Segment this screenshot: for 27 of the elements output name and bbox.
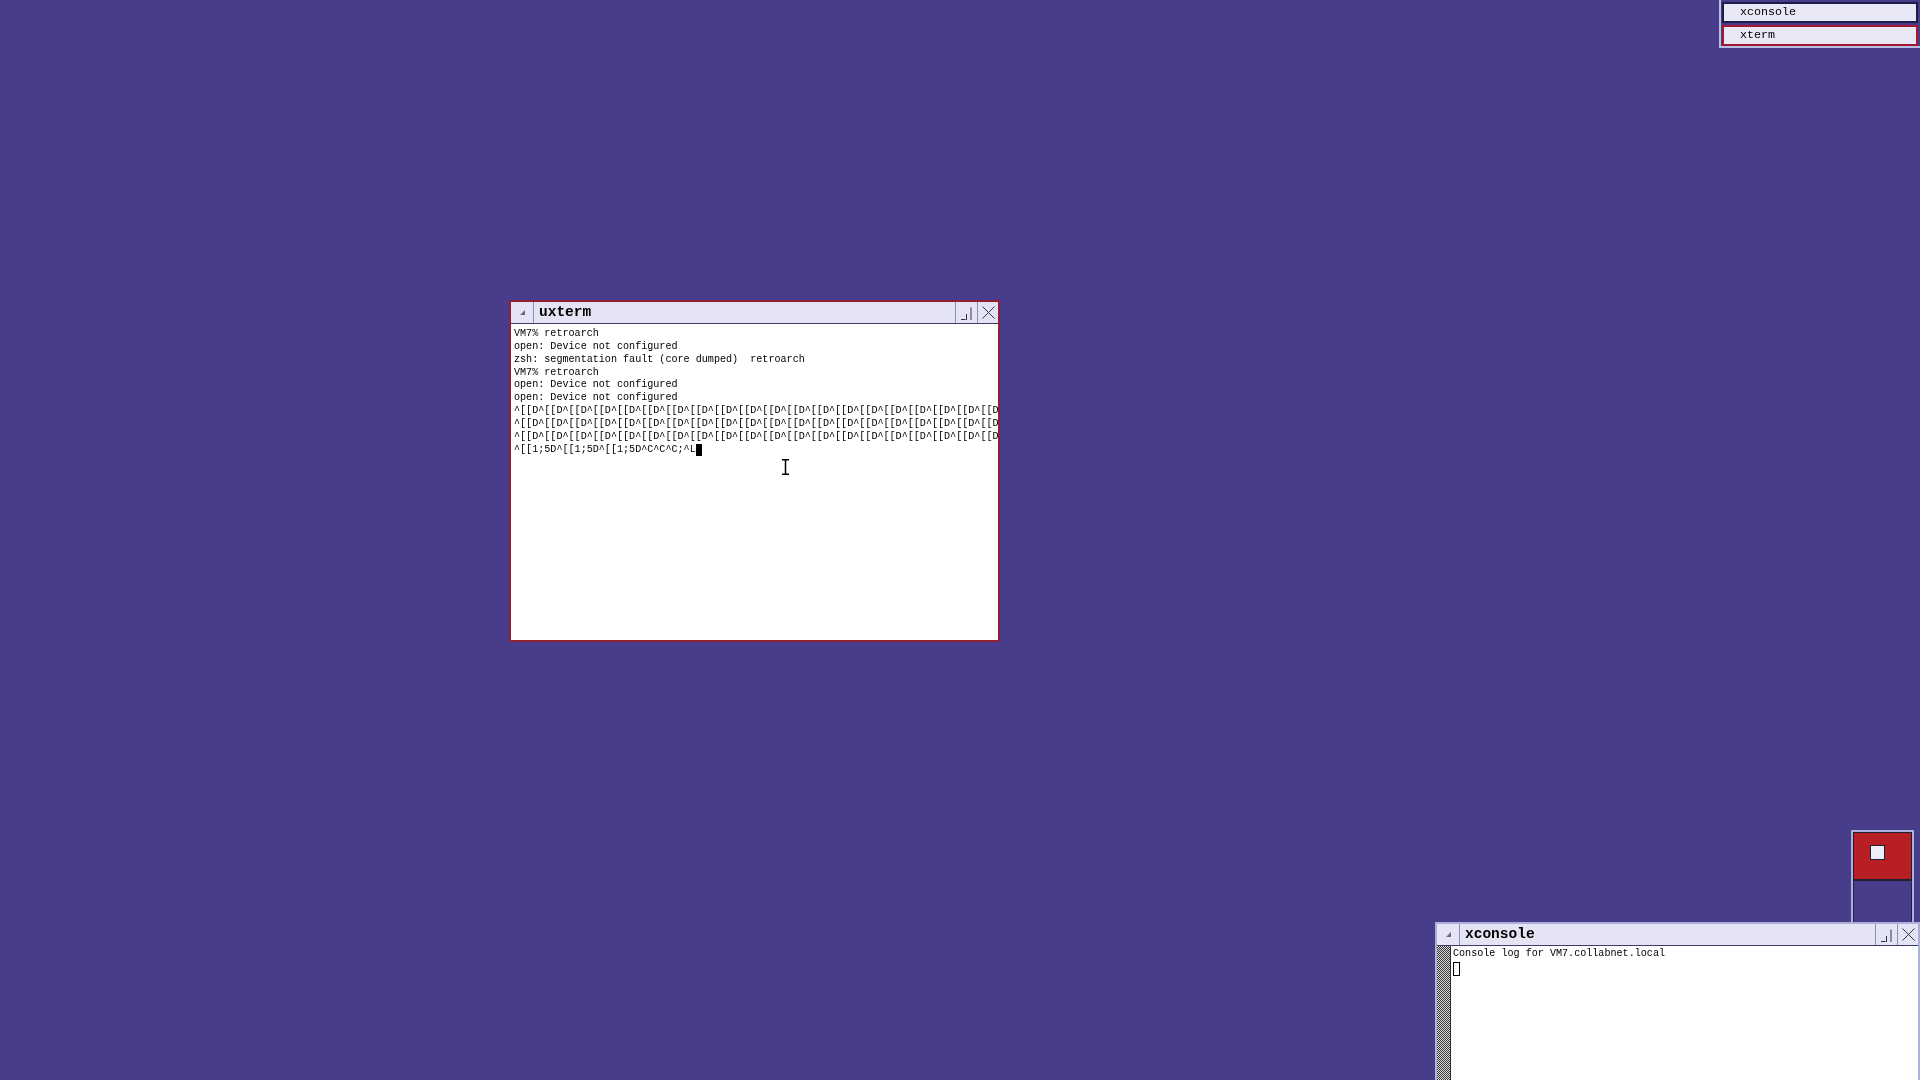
terminal-line: zsh: segmentation fault (core dumped) retroarch [514, 353, 805, 367]
close-icon [1901, 928, 1915, 941]
terminal-line: VM7% retroarch [514, 328, 599, 341]
window-title: xconsole [1464, 927, 1535, 942]
terminal-line: Console log for VM7.collabnet.local [1453, 948, 1665, 961]
terminal-line: open: Device not configured [514, 392, 678, 405]
triangle-icon [519, 310, 525, 315]
ascending-bars-icon [1881, 929, 1892, 942]
terminal-line: VM7% retroarch [514, 366, 599, 379]
i-beam-cursor-icon [781, 459, 790, 475]
terminal-line: ^[[D^[[D^[[D^[[D^[[D^[[D^[[D^[[D^[[D^[[D^[[D^[[D^[[D^[[D^[[D^[[D^[[D^[[D^[[D^[[D [514, 430, 998, 444]
close-button[interactable] [1897, 924, 1918, 945]
scrollbar[interactable] [1437, 946, 1451, 1080]
terminal-line: open: Device not configured [514, 379, 678, 392]
terminal-line: open: Device not configured [514, 340, 678, 354]
close-icon [981, 306, 995, 319]
stop-icon [1853, 832, 1912, 881]
close-button[interactable] [977, 302, 998, 323]
terminal-line: ^[[1;5D^[[1;5D^[[1;5D^C^C^C;^L [514, 443, 696, 457]
window-list-item[interactable]: xterm [1722, 25, 1918, 46]
terminal-line: ^[[D^[[D^[[D^[[D^[[D^[[D^[[D^[[D^[[D^[[D^[[D^[[D^[[D^[[D^[[D^[[D^[[D^[[D^[[D^[[D [514, 405, 998, 418]
ascending-bars-icon [961, 307, 972, 320]
window-body [1853, 881, 1912, 922]
window-list-item[interactable]: xconsole [1722, 2, 1918, 23]
terminal-line: ^[[D^[[D^[[D^[[D^[[D^[[D^[[D^[[D^[[D^[[D^[[D^[[D^[[D^[[D^[[D^[[D^[[D^[[D^[[D^[[D [514, 417, 998, 431]
window-title: uxterm [538, 305, 592, 320]
triangle-icon [1445, 932, 1451, 937]
